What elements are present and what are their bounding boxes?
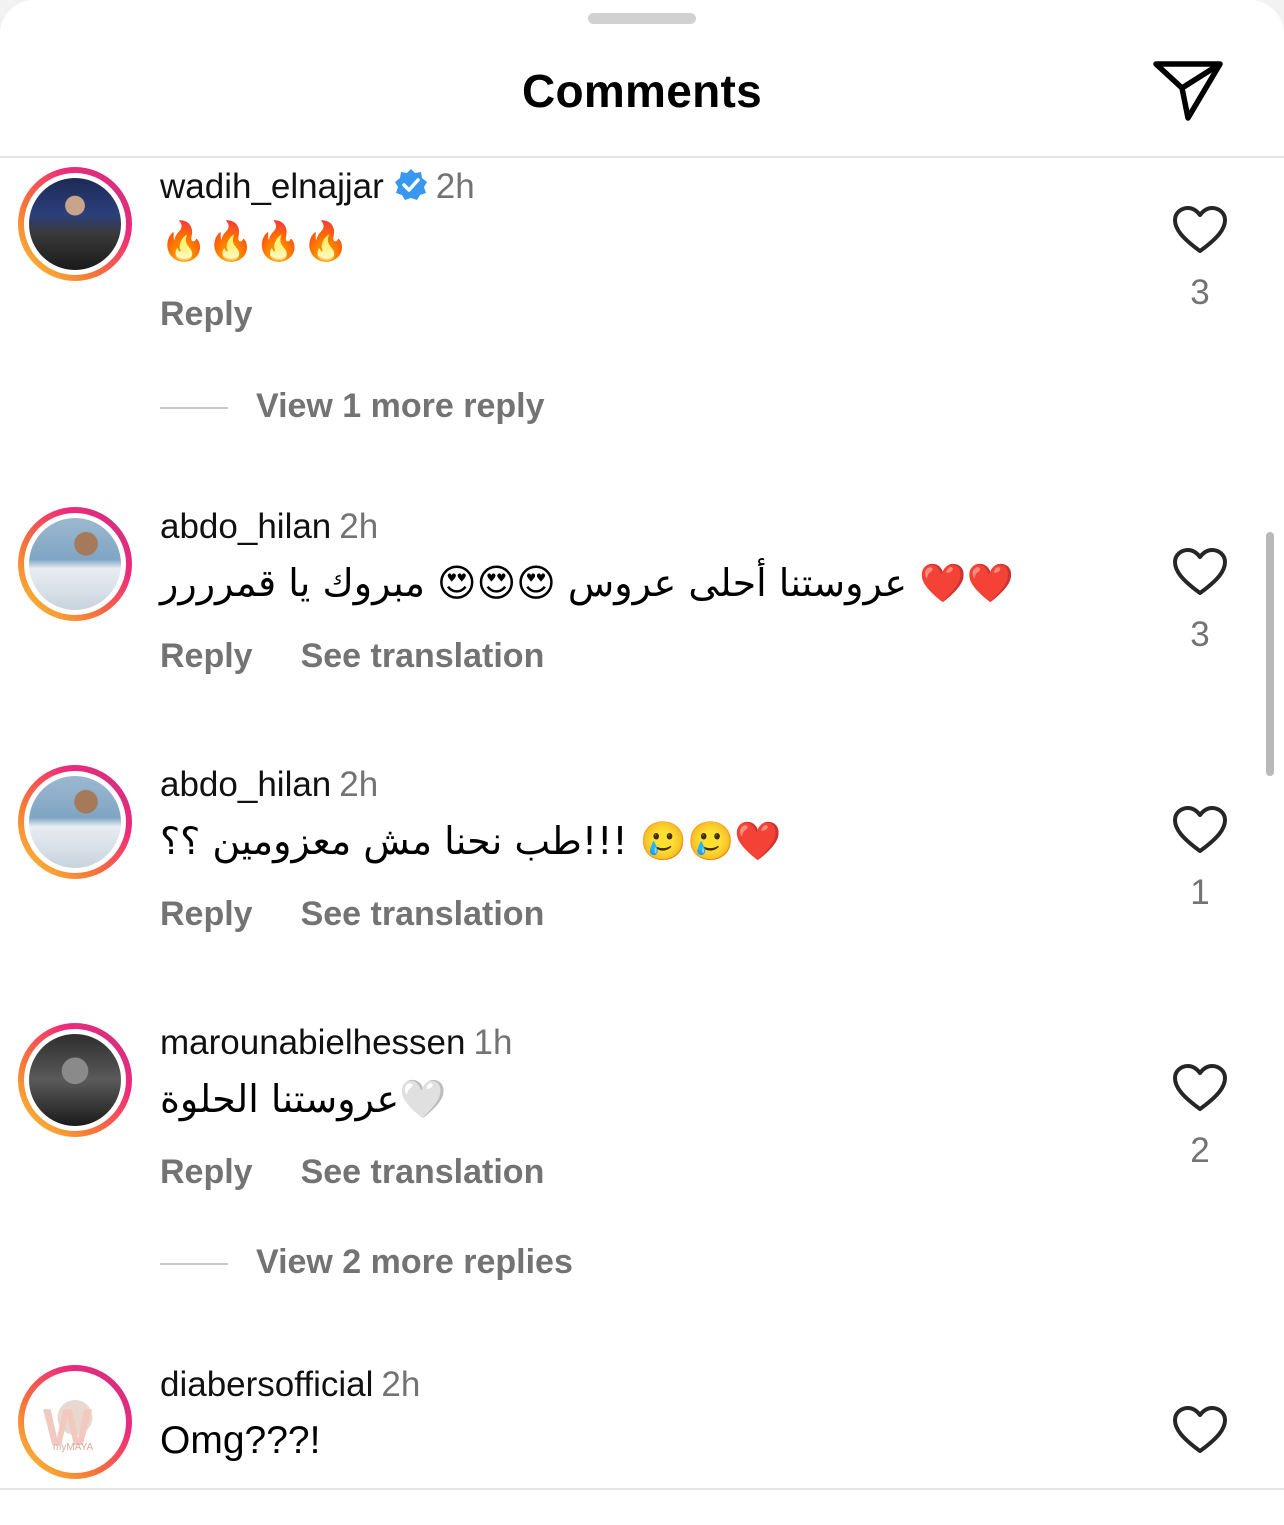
heart-icon[interactable]	[1172, 1405, 1228, 1455]
avatar[interactable]	[18, 507, 132, 621]
comment-time: 2h	[339, 507, 379, 546]
comment-text: طب نحنا مش معزومين ؟؟!!! 🥲🥲❤️	[160, 819, 782, 863]
page-title: Comments	[521, 65, 763, 117]
comment-actions: Reply	[160, 295, 253, 334]
comment-header: abdo_hilan 2h	[160, 765, 378, 805]
composer-divider	[0, 1488, 1284, 1490]
thread-line	[160, 407, 228, 410]
see-translation-button[interactable]: See translation	[301, 1153, 545, 1191]
avatar[interactable]: WmyMAYA	[18, 1365, 132, 1479]
reply-button[interactable]: Reply	[160, 295, 253, 333]
avatar[interactable]	[18, 765, 132, 879]
comment-actions: Reply See translation	[160, 1153, 544, 1192]
view-more-replies[interactable]: View 2 more replies	[160, 1243, 573, 1282]
like-control: 3	[1172, 547, 1228, 655]
comment-text: عروستنا أحلى عروس 😍😍😍 مبروك يا قمرررر ❤️…	[160, 561, 1014, 605]
username[interactable]: marounabielhessen	[160, 1023, 465, 1062]
see-translation-button[interactable]: See translation	[301, 895, 545, 933]
comment-time: 1h	[473, 1023, 513, 1062]
username[interactable]: abdo_hilan	[160, 507, 331, 546]
comment-header: marounabielhessen 1h	[160, 1023, 512, 1063]
comments-sheet: Comments wadih_elnajjar 2h 🔥🔥🔥🔥 Reply 3 V…	[0, 0, 1284, 1525]
view-more-replies[interactable]: View 1 more reply	[160, 387, 545, 426]
verified-badge-icon	[394, 169, 427, 200]
reply-button[interactable]: Reply	[160, 637, 253, 675]
like-control: 3	[1172, 205, 1228, 313]
heart-icon[interactable]	[1172, 805, 1228, 855]
comment-time: 2h	[339, 765, 379, 804]
username[interactable]: wadih_elnajjar	[160, 167, 384, 206]
heart-icon[interactable]	[1172, 1063, 1228, 1113]
thread-line	[160, 1263, 228, 1266]
paper-plane-icon[interactable]	[1150, 56, 1226, 126]
comment-text: 🔥🔥🔥🔥	[160, 219, 350, 263]
comment-header: wadih_elnajjar 2h	[160, 167, 475, 207]
avatar[interactable]	[18, 167, 132, 281]
view-more-replies-label: View 2 more replies	[256, 1243, 573, 1281]
reply-button[interactable]: Reply	[160, 895, 253, 933]
comment-text: عروستنا الحلوة🤍	[160, 1077, 447, 1121]
see-translation-button[interactable]: See translation	[301, 637, 545, 675]
scrollbar[interactable]	[1266, 532, 1274, 776]
like-control: 2	[1172, 1063, 1228, 1171]
heart-icon[interactable]	[1172, 547, 1228, 597]
comment-text: Omg???!	[160, 1419, 321, 1462]
like-control: 1	[1172, 805, 1228, 913]
comment-time: 2h	[435, 167, 475, 206]
avatar[interactable]	[18, 1023, 132, 1137]
header-divider	[0, 156, 1284, 158]
drag-handle[interactable]	[588, 13, 696, 24]
comment-time: 2h	[381, 1365, 421, 1404]
comment-header: diabersofficial 2h	[160, 1365, 420, 1405]
like-count: 2	[1190, 1131, 1210, 1170]
view-more-replies-label: View 1 more reply	[256, 387, 545, 425]
comment-actions: Reply See translation	[160, 637, 544, 676]
like-count: 3	[1190, 273, 1210, 312]
like-control	[1172, 1405, 1228, 1455]
username[interactable]: abdo_hilan	[160, 765, 331, 804]
reply-button[interactable]: Reply	[160, 1153, 253, 1191]
heart-icon[interactable]	[1172, 205, 1228, 255]
comment-actions: Reply See translation	[160, 895, 544, 934]
comment-header: abdo_hilan 2h	[160, 507, 378, 547]
username[interactable]: diabersofficial	[160, 1365, 373, 1404]
like-count: 3	[1190, 615, 1210, 654]
like-count: 1	[1190, 873, 1210, 912]
